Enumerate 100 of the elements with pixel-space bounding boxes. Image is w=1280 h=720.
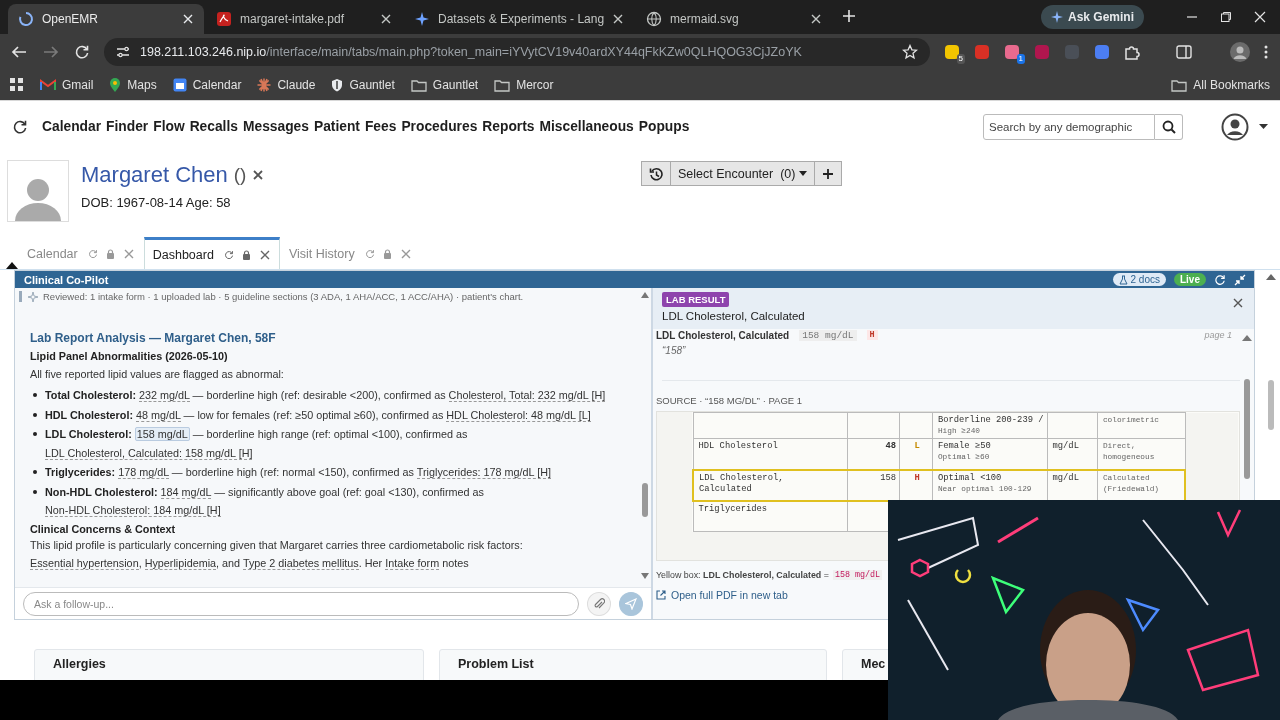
all-bookmarks-button[interactable]: All Bookmarks <box>1171 78 1270 92</box>
attach-button[interactable] <box>587 591 612 616</box>
gemini-button[interactable]: Ask Gemini <box>1040 5 1144 29</box>
new-tab-icon[interactable] <box>842 8 857 23</box>
select-encounter-dropdown[interactable]: Select Encounter (0) <box>671 161 816 186</box>
value-link[interactable]: 158 mg/dL <box>134 427 190 441</box>
citation-link[interactable]: Type 2 diabetes mellitus <box>242 556 359 570</box>
citation-link[interactable]: Non-HDL Cholesterol: 184 mg/dL [H] <box>45 504 221 517</box>
section-heading: Lipid Panel Abnormalities (2026-05-10) <box>30 350 229 362</box>
side-panel-icon[interactable] <box>1176 45 1192 59</box>
paperclip-icon <box>593 597 606 610</box>
forward-icon[interactable] <box>42 44 60 60</box>
scrollbar-thumb[interactable] <box>1244 379 1250 479</box>
bookmark-item[interactable]: Claude <box>257 78 316 92</box>
nav-menu-item[interactable]: Messages <box>242 119 309 134</box>
citation-link[interactable]: Triglycerides: 178 mg/dL [H] <box>416 466 551 479</box>
card-title: Mec <box>861 657 886 671</box>
browser-tab[interactable]: OpenEMR <box>8 4 204 34</box>
scrollbar-thumb[interactable] <box>642 483 648 517</box>
value-link[interactable]: 48 mg/dL <box>136 408 181 422</box>
close-icon[interactable] <box>1232 297 1244 309</box>
bookmark-item[interactable]: Gauntlet <box>410 78 479 92</box>
page-tab[interactable]: Visit History <box>279 237 421 269</box>
bookmark-item[interactable]: Mercor <box>494 78 554 92</box>
nav-menu-item[interactable]: Finder <box>106 119 149 134</box>
nav-menu-item[interactable]: Patient <box>313 119 360 134</box>
external-link-icon <box>656 590 666 600</box>
plus-icon <box>822 167 835 180</box>
citation-link[interactable]: Essential hypertension <box>30 556 139 570</box>
nav-menu-item[interactable]: Popups <box>638 119 690 134</box>
nav-menu-item[interactable]: Calendar <box>42 119 102 134</box>
avatar-icon[interactable] <box>1230 42 1250 62</box>
nav-menu-item[interactable]: Recalls <box>189 119 238 134</box>
citation-link[interactable]: LDL Cholesterol, Calculated: 158 mg/dL [H] <box>45 446 253 460</box>
search-field[interactable]: Search by any demographic <box>983 113 1155 140</box>
value-link[interactable]: 178 mg/dL <box>118 466 169 479</box>
back-icon[interactable] <box>10 44 28 60</box>
search-button[interactable] <box>1155 113 1183 140</box>
extension-icon[interactable] <box>1004 44 1020 60</box>
extension-icon[interactable] <box>944 44 960 60</box>
finding-item: LDL Cholesterol: 158 mg/dL — borderline high range (ref: optimal <100), confirmed as LDL Cholesterol, Calculated: 158 mg/dL [H] <box>30 425 631 462</box>
open-pdf-link[interactable]: Open full PDF in new tab <box>656 589 788 601</box>
citation-link[interactable]: Intake form <box>385 556 440 570</box>
apps-grid-icon[interactable] <box>10 78 24 92</box>
flask-icon <box>1118 274 1128 285</box>
page-tab[interactable]: Dashboard <box>143 237 280 269</box>
browser-tab[interactable]: mermaid.svg <box>636 4 833 34</box>
nav-menu-item[interactable]: Flow <box>153 119 185 134</box>
close-icon[interactable] <box>258 248 271 261</box>
close-icon[interactable] <box>252 169 265 181</box>
reload-icon[interactable] <box>12 118 28 135</box>
encounter-history-button[interactable] <box>641 161 671 186</box>
browser-tab[interactable]: Datasets & Experiments - Lang <box>404 4 635 34</box>
scroll-down-icon[interactable] <box>641 573 649 579</box>
value-link[interactable]: 232 mg/dL <box>139 389 190 402</box>
site-settings-icon[interactable] <box>116 46 130 58</box>
extension-icon[interactable] <box>1094 44 1110 60</box>
puzzle-icon[interactable] <box>1124 44 1140 60</box>
test-name: LDL Cholesterol, Calculated <box>699 472 784 494</box>
card-title: Allergies <box>53 657 106 671</box>
unit: mg/dL <box>1052 441 1079 451</box>
scroll-up-icon[interactable] <box>1266 274 1276 280</box>
collapse-arrows-icon[interactable] <box>1234 273 1246 286</box>
docs-badge[interactable]: 2 docs <box>1112 273 1166 286</box>
citation-link[interactable]: HDL Cholesterol: 48 mg/dL [L] <box>446 408 591 422</box>
bookmark-item[interactable]: Gmail <box>40 78 94 92</box>
restore-icon[interactable] <box>1220 11 1232 23</box>
nav-menu-item[interactable]: Reports <box>482 119 535 134</box>
scrollbar[interactable] <box>1266 274 1276 430</box>
bookmark-item[interactable]: Calendar <box>172 78 242 92</box>
lock-icon[interactable] <box>382 248 392 259</box>
sparkle-icon <box>1050 11 1063 23</box>
value-link[interactable]: 184 mg/dL <box>160 485 212 499</box>
scroll-up-icon[interactable] <box>641 292 649 298</box>
address-bar[interactable]: 198.211.103.246.nip.io/interface/main/tabs/main.php?token_main=iYVytCV19v40ardXY44qFkKZw0QLHQOG3CjJZoYK <box>104 38 930 66</box>
scroll-up-icon[interactable] <box>1242 335 1252 341</box>
collapse-icon[interactable] <box>6 261 18 269</box>
page-tab[interactable]: Calendar <box>18 237 144 269</box>
close-icon[interactable] <box>810 13 823 25</box>
nav-menu-item[interactable]: Procedures <box>401 119 478 134</box>
nav-menu-item[interactable]: Miscellaneous <box>539 119 634 134</box>
bookmark-item[interactable]: Maps <box>109 77 157 93</box>
bookmark-star-icon[interactable] <box>902 44 918 60</box>
menu-icon[interactable] <box>1264 44 1268 60</box>
scrollbar-thumb[interactable] <box>1268 380 1274 430</box>
citation-link[interactable]: Cholesterol, Total: 232 mg/dL [H] <box>448 389 606 402</box>
browser-tab[interactable]: margaret-intake.pdf <box>206 4 402 34</box>
search-icon <box>1161 119 1176 134</box>
map-pin-icon <box>109 77 122 93</box>
close-icon[interactable] <box>612 13 625 25</box>
lock-icon[interactable] <box>241 249 251 260</box>
nav-menu-item[interactable]: Fees <box>364 119 397 134</box>
user-avatar-icon[interactable] <box>1221 112 1249 141</box>
patient-name[interactable]: Margaret Chen <box>81 162 228 188</box>
add-encounter-button[interactable] <box>815 161 843 186</box>
bookmark-item[interactable]: Gauntlet <box>331 78 395 92</box>
finding-item: Non-HDL Cholesterol: 184 mg/dL — significantly above goal (ref: goal <130), confirmed as Non-HDL Cholesterol: 184 mg/dL [H] <box>30 482 631 520</box>
follow-up-input[interactable]: Ask a follow-up... <box>23 591 580 616</box>
caret-icon[interactable] <box>1259 123 1268 130</box>
lock-icon[interactable] <box>105 248 115 259</box>
